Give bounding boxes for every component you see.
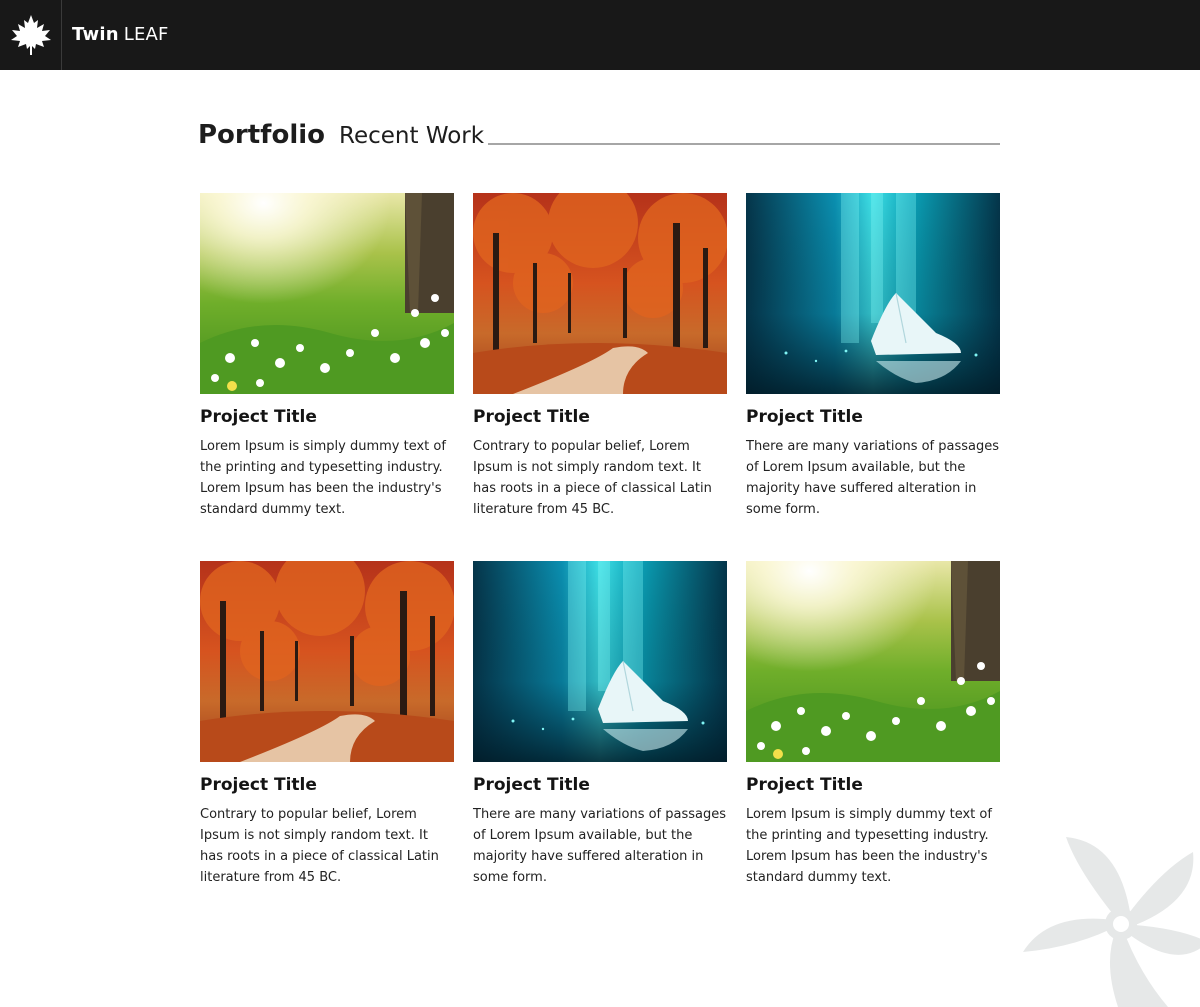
project-card-4: Project Title Contrary to popular belief… [200,561,454,888]
project-description: Lorem Ipsum is simply dummy text of the … [200,439,446,517]
project-description: There are many variations of passages of… [473,807,727,885]
project-description: Contrary to popular belief, Lorem Ipsum … [200,807,439,885]
project-title[interactable]: Project Title [746,406,1000,428]
project-image-autumn[interactable] [473,193,727,394]
project-image-autumn[interactable] [200,561,454,762]
project-card-2: Project Title Contrary to popular belief… [473,193,727,520]
portfolio-subtitle: Recent Work [339,123,485,149]
project-title[interactable]: Project Title [746,774,1000,796]
project-image-leaf-water[interactable] [473,561,727,762]
logo-button[interactable] [0,0,62,70]
project-title[interactable]: Project Title [200,406,454,428]
project-image-meadow[interactable] [200,193,454,394]
brand-name[interactable]: Twin LEAF [72,24,169,45]
project-description: There are many variations of passages of… [746,439,1000,517]
project-image-leaf-water[interactable] [746,193,1000,394]
portfolio-title: Portfolio [198,120,326,150]
project-title[interactable]: Project Title [473,774,727,796]
maple-leaf-icon [10,15,51,55]
heading-divider [488,143,1000,145]
brand-second-word: LEAF [123,24,169,45]
brand-first-word: Twin [72,24,119,45]
project-image-meadow[interactable] [746,561,1000,762]
flower-watermark-icon [1023,837,1200,1007]
project-card-5: Project Title There are many variations … [473,561,727,888]
project-card-1: Project Title Lorem Ipsum is simply dumm… [200,193,454,520]
section-heading: Portfolio Recent Work [198,120,484,150]
project-description: Contrary to popular belief, Lorem Ipsum … [473,439,712,517]
top-navbar: Twin LEAF [0,0,1200,70]
project-description: Lorem Ipsum is simply dummy text of the … [746,807,992,885]
project-title[interactable]: Project Title [200,774,454,796]
project-card-3: Project Title There are many variations … [746,193,1000,520]
project-card-6: Project Title Lorem Ipsum is simply dumm… [746,561,1000,888]
project-title[interactable]: Project Title [473,406,727,428]
